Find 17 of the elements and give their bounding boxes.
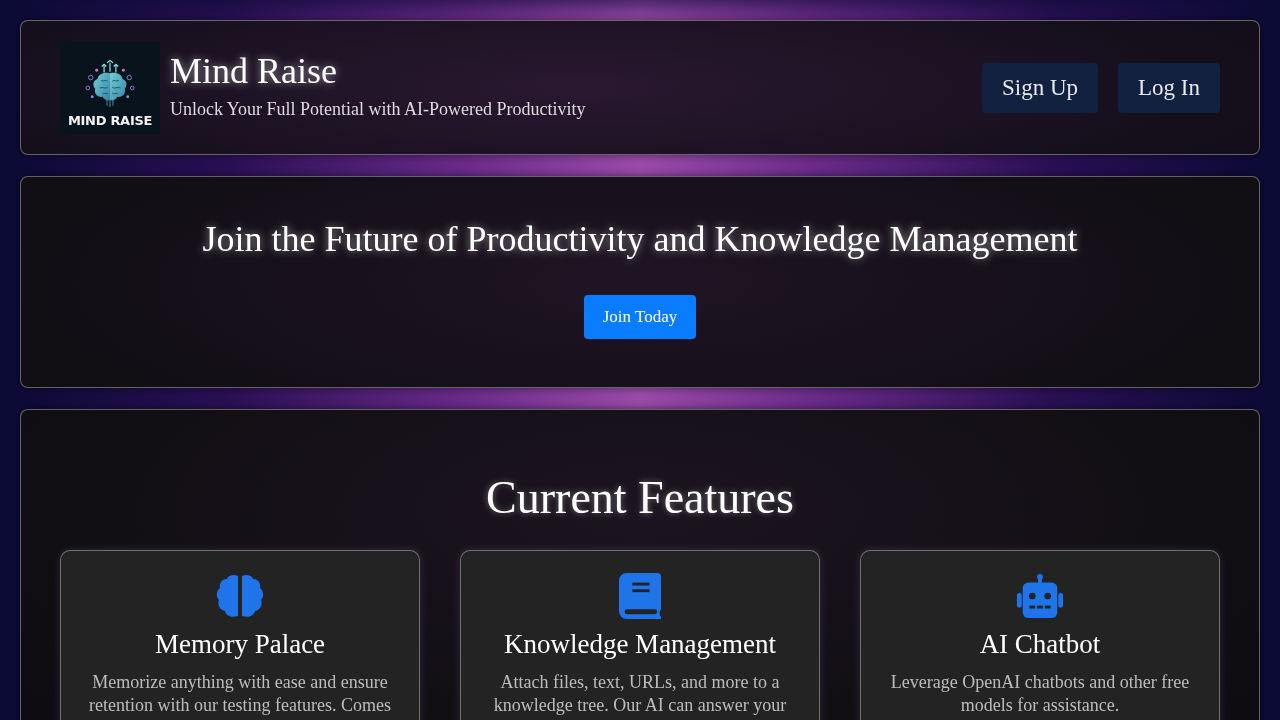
book-icon (619, 573, 661, 619)
feature-description: Leverage OpenAI chatbots and other free models for assistance. (889, 671, 1191, 717)
feature-title: Knowledge Management (503, 628, 777, 661)
robot-icon (1015, 573, 1065, 619)
feature-title: AI Chatbot (979, 628, 1101, 661)
feature-description: Memorize anything with ease and ensure retention with our testing features. Comes (88, 671, 392, 717)
logo-text: MIND RAISE (67, 112, 153, 129)
feature-title: Memory Palace (154, 628, 326, 661)
features-heading: Current Features (486, 471, 794, 525)
tagline: Unlock Your Full Potential with AI-Powered Productivity (170, 97, 586, 120)
log-in-button[interactable]: Log In (1118, 62, 1220, 113)
brain-icon (216, 573, 264, 619)
site-title: Mind Raise (170, 49, 338, 92)
sign-up-button[interactable]: Sign Up (982, 62, 1099, 113)
hero-heading: Join the Future of Productivity and Knowledge Management (202, 218, 1078, 261)
join-button[interactable]: Join Today (583, 295, 697, 339)
feature-description: Attach files, text, URLs, and more to a knowledge tree. Our AI can answer your (492, 671, 788, 717)
